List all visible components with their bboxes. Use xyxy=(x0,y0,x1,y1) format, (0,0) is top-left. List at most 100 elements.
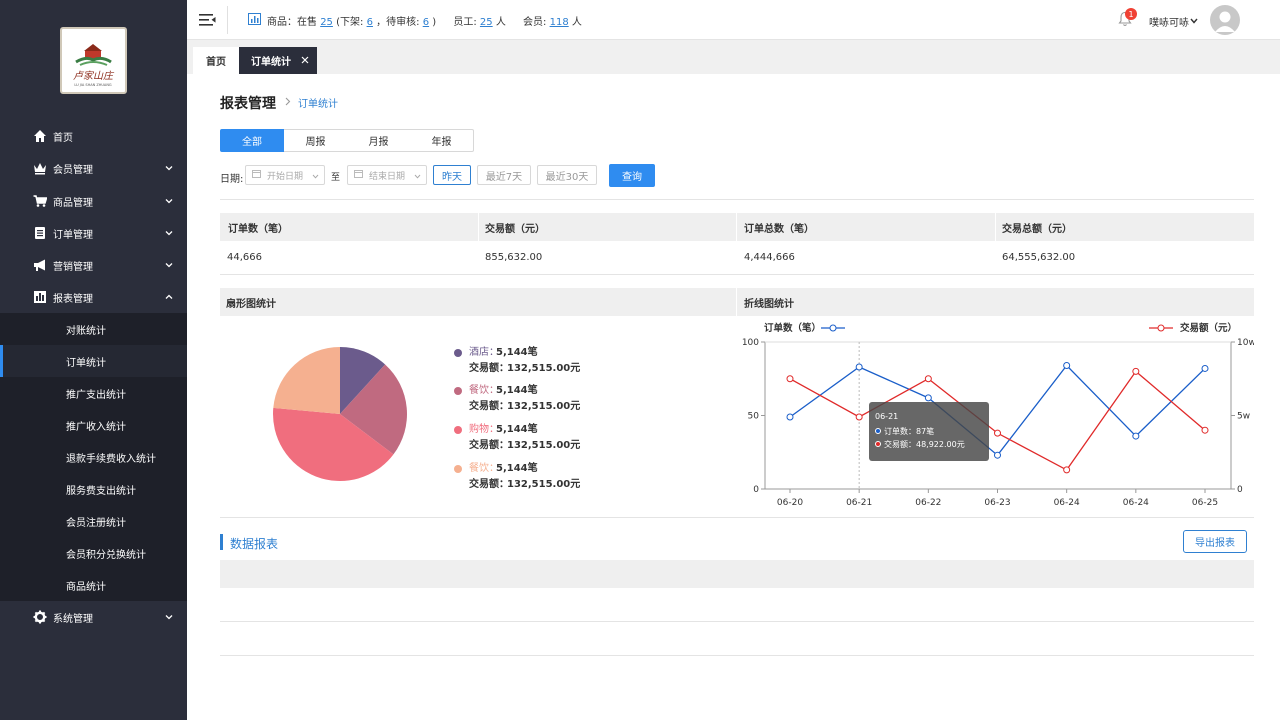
legend-amount-label: 交易额： xyxy=(469,401,509,412)
megaphone-icon xyxy=(32,257,48,273)
pending-label: ，待审核: xyxy=(376,17,420,28)
sidebar-item-reports[interactable]: 报表管理 xyxy=(0,281,187,313)
report-title: 数据报表 xyxy=(230,537,279,551)
tab-order-stats[interactable]: 订单统计 xyxy=(239,47,317,74)
sidebar-subitem-label: 退款手续费收入统计 xyxy=(66,453,156,465)
sidebar: 卢家山庄 LU JIA SHAN ZHUANG 首页 会员管理 商品管理 订单管… xyxy=(0,0,187,720)
period-year[interactable]: 年报 xyxy=(410,129,474,152)
data-point xyxy=(1132,432,1140,440)
sidebar-subitem-promo-expense[interactable]: 推广支出统计 xyxy=(0,377,187,409)
sidebar-subitem-label: 推广支出统计 xyxy=(66,389,126,401)
bar-chart-icon xyxy=(32,289,48,305)
brand-logo: 卢家山庄 LU JIA SHAN ZHUANG xyxy=(60,27,127,94)
chevron-down-icon xyxy=(165,615,173,620)
tooltip-amount: 交易额：48,922.00元 xyxy=(884,440,965,449)
line-section-title: 折线图统计 xyxy=(744,298,794,310)
off-label: (下架: xyxy=(336,17,364,28)
goods-label: 商品：在售 xyxy=(267,17,317,28)
member-label: 会员: xyxy=(523,17,547,28)
divider xyxy=(227,6,228,34)
staff-count[interactable]: 25 xyxy=(480,17,493,28)
summary-amount-value: 855,632.00 xyxy=(485,252,543,263)
sidebar-subitem-order-stats[interactable]: 订单统计 xyxy=(0,345,187,377)
user-dropdown-icon[interactable] xyxy=(1190,16,1198,27)
y2-tick-label: 0 xyxy=(1237,485,1243,495)
sidebar-subitem-label: 订单统计 xyxy=(66,357,106,369)
sidebar-item-label: 首页 xyxy=(53,132,73,144)
button-label: 导出报表 xyxy=(1195,538,1235,549)
member-unit: 人 xyxy=(571,17,582,28)
x-tick-label: 06-23 xyxy=(984,498,1010,508)
divider xyxy=(736,213,737,241)
export-report-button[interactable]: 导出报表 xyxy=(1183,530,1247,553)
pending-count[interactable]: 6 xyxy=(423,17,429,28)
calendar-icon xyxy=(354,169,363,181)
sidebar-subitem-reconciliation[interactable]: 对账统计 xyxy=(0,313,187,345)
y-tick-label: 0 xyxy=(753,485,759,495)
sidebar-item-marketing[interactable]: 营销管理 xyxy=(0,249,187,281)
avatar[interactable] xyxy=(1210,5,1240,35)
button-label: 最近7天 xyxy=(485,171,523,183)
period-all[interactable]: 全部 xyxy=(220,129,284,152)
legend-name: 餐饮： xyxy=(469,385,499,396)
period-label: 全部 xyxy=(242,137,262,148)
divider xyxy=(220,274,1254,275)
sidebar-subitem-service-fee[interactable]: 服务费支出统计 xyxy=(0,473,187,505)
data-point xyxy=(855,363,863,371)
username[interactable]: 噗哧可哧 xyxy=(1149,14,1189,29)
period-month[interactable]: 月报 xyxy=(347,129,411,152)
top-bar: 商品：在售 25 (下架: 6 ，待审核: 6 ) 员工: 25 人 会员: 1… xyxy=(187,0,1280,40)
tab-label: 首页 xyxy=(206,57,226,68)
stats-icon xyxy=(248,13,261,28)
sidebar-item-home[interactable]: 首页 xyxy=(0,120,187,152)
sidebar-subitem-label: 服务费支出统计 xyxy=(66,485,136,497)
sidebar-subitem-refund-fee[interactable]: 退款手续费收入统计 xyxy=(0,441,187,473)
close-icon[interactable] xyxy=(301,56,309,67)
legend-dot xyxy=(454,426,462,434)
legend-name: 购物： xyxy=(469,424,499,435)
end-date-input[interactable]: 结束日期 xyxy=(347,165,427,185)
home-icon xyxy=(32,128,48,144)
button-label: 昨天 xyxy=(442,171,462,183)
sidebar-subitem-goods-stats[interactable]: 商品统计 xyxy=(0,569,187,601)
svg-text:卢家山庄: 卢家山庄 xyxy=(73,70,115,82)
tab-home[interactable]: 首页 xyxy=(193,47,239,74)
svg-text:LU JIA SHAN ZHUANG: LU JIA SHAN ZHUANG xyxy=(74,83,112,87)
x-tick-label: 06-25 xyxy=(1192,498,1218,508)
data-point xyxy=(1063,466,1071,474)
sidebar-subitem-points-exchange[interactable]: 会员积分兑换统计 xyxy=(0,537,187,569)
sidebar-item-label: 系统管理 xyxy=(53,613,93,625)
sidebar-item-system[interactable]: 系统管理 xyxy=(0,601,187,633)
on-sale-count[interactable]: 25 xyxy=(320,17,333,28)
sidebar-subitem-label: 对账统计 xyxy=(66,325,106,337)
legend-amount: 132,515.00元 xyxy=(507,401,581,412)
end-date-placeholder: 结束日期 xyxy=(369,171,406,182)
button-label: 查询 xyxy=(622,172,642,183)
sidebar-subitem-label: 推广收入统计 xyxy=(66,421,126,433)
sidebar-item-label: 报表管理 xyxy=(53,293,93,305)
x-tick-label: 06-21 xyxy=(846,498,872,508)
start-date-input[interactable]: 开始日期 xyxy=(245,165,325,185)
chevron-down-icon xyxy=(165,199,173,204)
data-point xyxy=(924,394,932,402)
member-count[interactable]: 118 xyxy=(550,17,569,28)
legend-name: 酒店： xyxy=(469,347,499,358)
pie-chart xyxy=(273,347,407,481)
last-30-days-button[interactable]: 最近30天 xyxy=(537,165,597,185)
legend-marker xyxy=(829,324,837,332)
last-7-days-button[interactable]: 最近7天 xyxy=(477,165,531,185)
period-week[interactable]: 周报 xyxy=(284,129,348,152)
sidebar-subitem-member-register[interactable]: 会员注册统计 xyxy=(0,505,187,537)
query-button[interactable]: 查询 xyxy=(609,164,655,187)
sidebar-item-orders[interactable]: 订单管理 xyxy=(0,217,187,249)
off-shelf-count[interactable]: 6 xyxy=(367,17,373,28)
table-row xyxy=(220,621,1254,622)
sidebar-item-members[interactable]: 会员管理 xyxy=(0,152,187,184)
summary-total-amount-value: 64,555,632.00 xyxy=(1002,252,1076,263)
crown-icon xyxy=(32,160,48,176)
yesterday-button[interactable]: 昨天 xyxy=(433,165,471,185)
sidebar-item-goods[interactable]: 商品管理 xyxy=(0,185,187,217)
sidebar-subitem-promo-income[interactable]: 推广收入统计 xyxy=(0,409,187,441)
data-point xyxy=(994,451,1001,459)
menu-toggle-icon[interactable] xyxy=(199,13,216,30)
